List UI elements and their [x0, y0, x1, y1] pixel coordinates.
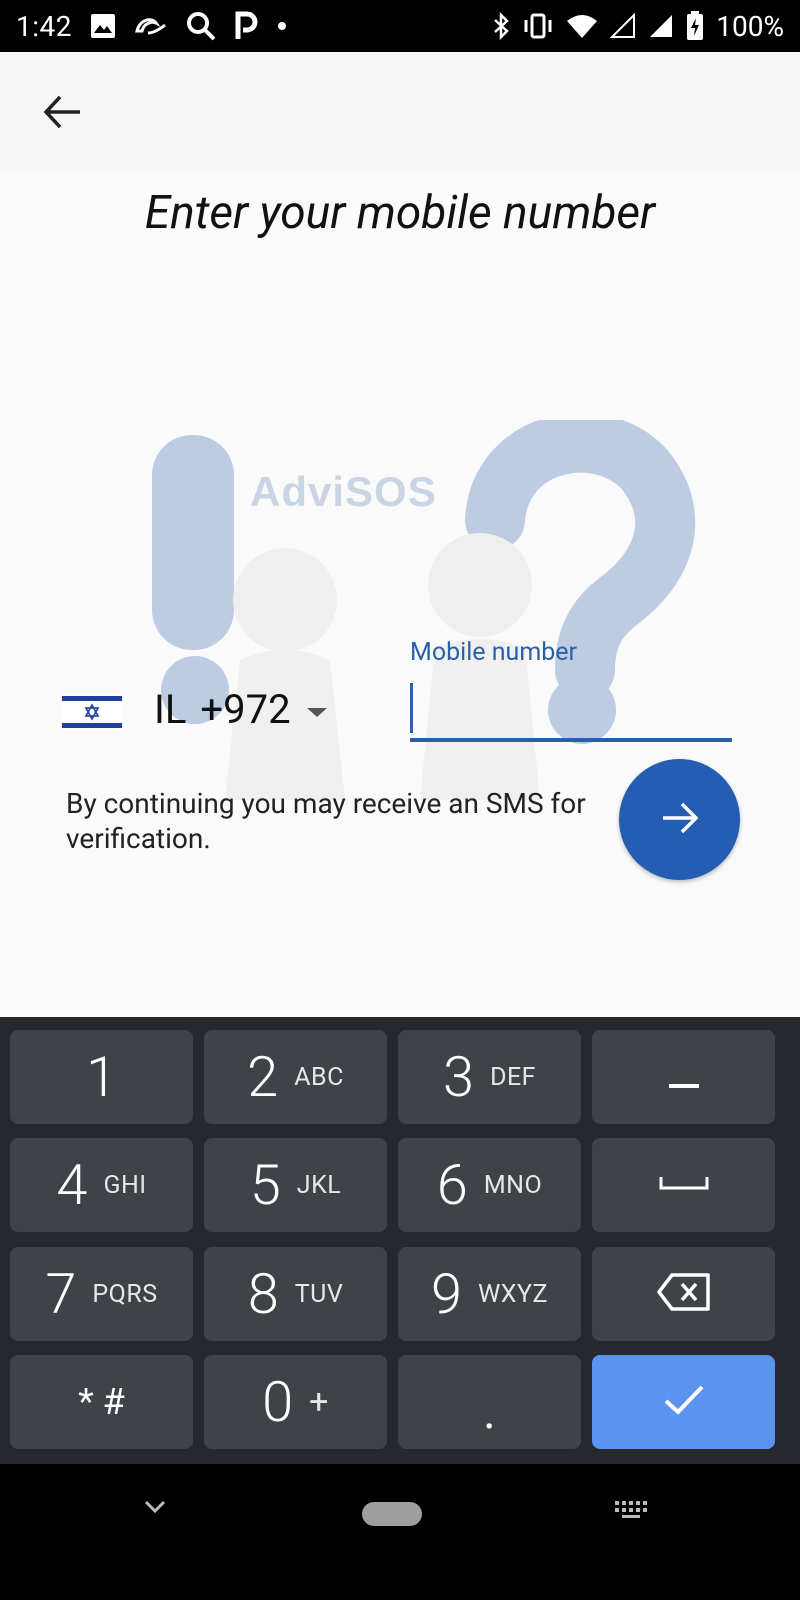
battery-percent: 100%: [716, 9, 784, 43]
key-1[interactable]: 1: [10, 1030, 193, 1124]
country-code-selector[interactable]: IL +972: [154, 686, 327, 733]
page-title: Enter your mobile number: [144, 186, 656, 240]
key-digit: 6: [436, 1152, 468, 1218]
mobile-number-label: Mobile number: [410, 638, 578, 667]
key-digit: 5: [249, 1152, 281, 1218]
chevron-down-icon: [143, 1499, 167, 1519]
back-button[interactable]: [30, 82, 94, 146]
key-letters: TUV: [294, 1279, 344, 1309]
key-3[interactable]: 3 DEF: [398, 1030, 581, 1124]
watermark-text: AdviSOS: [250, 468, 437, 515]
arrow-back-icon: [42, 92, 82, 136]
system-nav-bar: [0, 1464, 800, 1600]
bluetooth-icon: [492, 12, 510, 40]
space-icon: [659, 1175, 709, 1195]
vibrate-icon: [522, 12, 554, 40]
signal-icon: [610, 13, 636, 39]
sms-notice: By continuing you may receive an SMS for…: [66, 787, 586, 855]
key-star-hash[interactable]: * #: [10, 1355, 193, 1449]
key-letters: PQRS: [92, 1279, 158, 1309]
image-icon: [90, 13, 116, 39]
home-pill-icon: [362, 1502, 422, 1530]
key-backspace[interactable]: [592, 1247, 775, 1341]
key-9[interactable]: 9 WXYZ: [398, 1247, 581, 1341]
status-bar: 1:42 100%: [0, 0, 800, 52]
key-period[interactable]: .: [398, 1355, 581, 1449]
text-cursor: [410, 683, 413, 733]
key-letters: WXYZ: [478, 1279, 548, 1309]
key-digit: 2: [247, 1044, 279, 1110]
key-letters: +: [309, 1382, 329, 1422]
key-digit: 3: [443, 1044, 475, 1110]
key-2[interactable]: 2 ABC: [204, 1030, 387, 1124]
dropdown-arrow-icon: [306, 708, 327, 717]
next-button[interactable]: [619, 759, 740, 880]
signal-icon: [648, 13, 674, 39]
checkmark-icon: [662, 1383, 706, 1421]
battery-charging-icon: [686, 11, 704, 41]
key-digit: 4: [56, 1152, 88, 1218]
key-letters: DEF: [490, 1062, 536, 1092]
key-letters: GHI: [103, 1170, 147, 1200]
country-iso: IL: [154, 686, 187, 733]
key-dash[interactable]: [592, 1030, 775, 1124]
key-7[interactable]: 7 PQRS: [10, 1247, 193, 1341]
dash-icon: [668, 1056, 699, 1098]
key-letters: ABC: [294, 1062, 344, 1092]
advisos-watermark-image: AdviSOS: [140, 412, 700, 840]
app-bar: [0, 52, 800, 172]
key-5[interactable]: 5 JKL: [204, 1138, 387, 1232]
key-letters: MNO: [483, 1170, 543, 1200]
key-digit: 0: [262, 1369, 294, 1435]
key-digit: 8: [247, 1261, 279, 1327]
key-letters: JKL: [296, 1170, 342, 1200]
alibaba-icon: [134, 15, 168, 37]
key-digit: 1: [85, 1044, 118, 1110]
nav-back-button[interactable]: [130, 1494, 180, 1524]
numeric-keyboard: 1 2 ABC 3 DEF 4 GHI 5 JKL 6 MNO 7 PQRS 8…: [0, 1017, 800, 1464]
israel-flag-icon[interactable]: [62, 693, 122, 731]
key-digit: 9: [431, 1261, 463, 1327]
nav-home-button[interactable]: [362, 1502, 422, 1530]
key-0[interactable]: 0 +: [204, 1355, 387, 1449]
key-symbols: .: [483, 1382, 496, 1440]
key-8[interactable]: 8 TUV: [204, 1247, 387, 1341]
wifi-icon: [566, 13, 598, 39]
key-6[interactable]: 6 MNO: [398, 1138, 581, 1232]
arrow-forward-icon: [660, 798, 700, 842]
status-time: 1:42: [16, 9, 72, 43]
p-icon: [234, 11, 258, 41]
key-space[interactable]: [592, 1138, 775, 1232]
key-4[interactable]: 4 GHI: [10, 1138, 193, 1232]
key-digit: 7: [45, 1261, 77, 1327]
backspace-icon: [656, 1272, 712, 1316]
key-symbols: * #: [78, 1381, 125, 1423]
mobile-number-input[interactable]: [410, 676, 732, 742]
dot-icon: [276, 20, 288, 32]
search-icon: [186, 11, 216, 41]
nav-keyboard-switch-button[interactable]: [612, 1500, 652, 1524]
keyboard-icon: [614, 1500, 650, 1524]
dial-code: +972: [200, 686, 291, 733]
key-done[interactable]: [592, 1355, 775, 1449]
